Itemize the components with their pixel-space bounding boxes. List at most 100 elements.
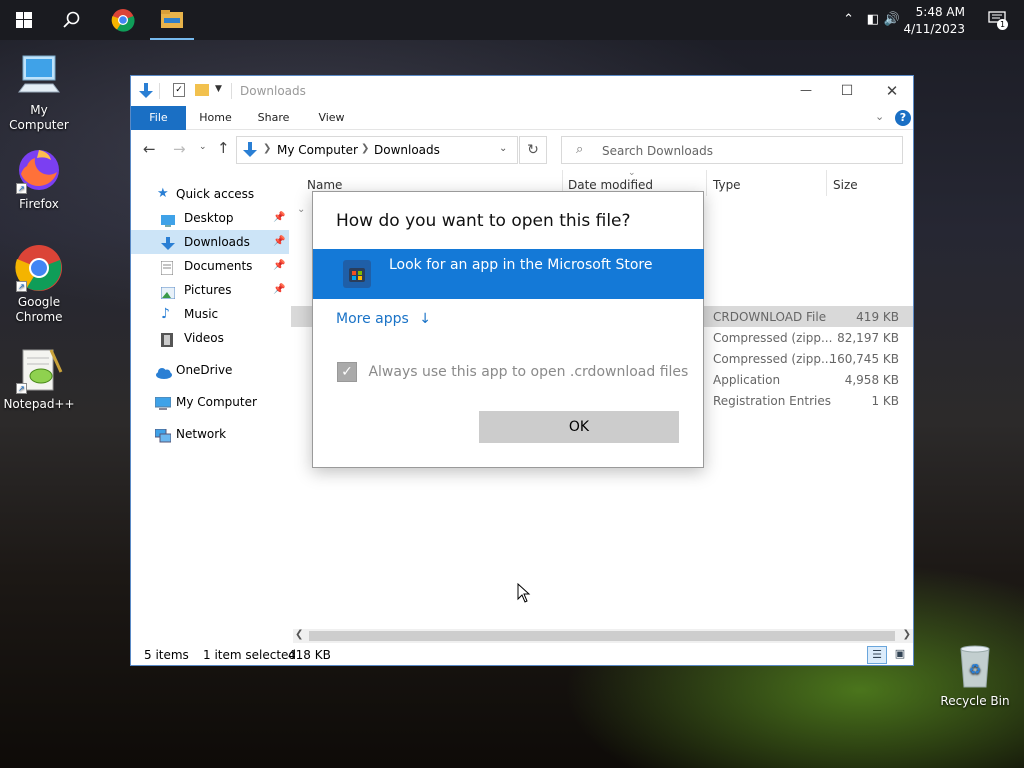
microsoft-store-option[interactable]: Look for an app in the Microsoft Store (313, 249, 704, 299)
sidebar-item-onedrive[interactable]: OneDrive (131, 358, 289, 382)
sidebar-item-network[interactable]: Network (131, 422, 289, 446)
clock-time: 5:48 AM (915, 5, 965, 19)
scrollbar-thumb[interactable] (309, 631, 895, 641)
file-type: Compressed (zipp... (713, 331, 833, 345)
column-header-type[interactable]: Type (713, 178, 741, 192)
pin-icon: 📌 (273, 236, 286, 247)
svg-text:♻: ♻ (969, 662, 982, 678)
address-toolbar: ← → ⌄ ↑ ❯ My Computer ❯ Downloads ⌄ ↻ ⌕ … (131, 130, 913, 170)
shortcut-arrow-icon: ↗ (16, 383, 27, 394)
column-header-name[interactable]: Name (307, 178, 342, 192)
desktop-folder-icon (161, 211, 175, 227)
breadcrumb-downloads[interactable]: Downloads (374, 143, 440, 157)
back-button[interactable]: ← (143, 140, 156, 158)
download-arrow-icon (139, 83, 153, 102)
taskbar: ⌃ ◧ 🔊 5:48 AM 4/11/2023 1 (0, 0, 1024, 40)
more-apps-link[interactable]: More apps ↓ (336, 311, 431, 327)
desktop-icon-label: Recycle Bin (940, 694, 1010, 708)
chrome-icon[interactable] (101, 0, 145, 40)
open-with-dialog: How do you want to open this file? Look … (312, 191, 704, 468)
network-icon[interactable]: ◧ (867, 12, 879, 27)
ok-button[interactable]: OK (479, 411, 679, 443)
always-use-checkbox-row[interactable]: ✓ Always use this app to open .crdownloa… (337, 362, 688, 382)
sidebar-item-music[interactable]: ♪ Music (131, 302, 289, 326)
title-bar[interactable]: ✓ ▼ Downloads — ☐ ✕ (131, 76, 913, 106)
search-input[interactable]: ⌕ Search Downloads (561, 136, 903, 164)
file-size: 1 KB (871, 394, 899, 408)
maximize-button[interactable]: ☐ (832, 78, 862, 104)
sidebar-item-documents[interactable]: Documents 📌 (131, 254, 289, 278)
file-type: Registration Entries (713, 394, 831, 408)
computer-icon (15, 52, 63, 100)
group-collapse-icon[interactable]: ⌄ (297, 204, 305, 215)
chevron-right-icon: ❯ (263, 143, 272, 154)
new-folder-icon[interactable] (195, 84, 209, 96)
sidebar-item-my-computer[interactable]: My Computer (131, 390, 289, 414)
desktop-icon-firefox[interactable]: ↗ Firefox (1, 146, 77, 212)
properties-icon[interactable]: ✓ (173, 83, 185, 97)
sidebar-item-pictures[interactable]: Pictures 📌 (131, 278, 289, 302)
up-button[interactable]: ↑ (217, 139, 230, 157)
scroll-left-icon[interactable]: ❮ (295, 629, 303, 640)
windows-logo-icon[interactable] (2, 0, 46, 40)
desktop-icon-recycle-bin[interactable]: ♻ Recycle Bin (937, 643, 1013, 709)
download-arrow-icon (243, 142, 257, 161)
file-type: Compressed (zipp... (713, 352, 833, 366)
recent-locations-button[interactable]: ⌄ (199, 142, 207, 152)
checkbox-checked-icon[interactable]: ✓ (337, 362, 357, 382)
tab-view[interactable]: View (309, 106, 354, 130)
music-icon: ♪ (161, 306, 170, 322)
tab-file[interactable]: File (131, 106, 186, 130)
desktop-icon-my-computer[interactable]: My Computer (1, 52, 77, 133)
status-size: 418 KB (288, 648, 331, 662)
sidebar-item-videos[interactable]: Videos (131, 326, 289, 350)
breadcrumb-my-computer[interactable]: My Computer (277, 143, 358, 157)
file-type: CRDOWNLOAD File (713, 310, 827, 324)
file-explorer-icon[interactable] (150, 0, 194, 40)
customize-toolbar-icon[interactable]: ▼ (215, 84, 222, 94)
desktop-icon-label: Notepad++ (3, 397, 75, 411)
refresh-button[interactable]: ↻ (519, 136, 547, 164)
pin-icon: 📌 (273, 260, 286, 271)
close-button[interactable]: ✕ (877, 78, 907, 104)
forward-button[interactable]: → (173, 140, 186, 158)
file-size: 82,197 KB (837, 331, 899, 345)
file-type: Application (713, 373, 781, 387)
always-use-label: Always use this app to open .crdownload … (368, 364, 689, 380)
status-item-count: 5 items (144, 648, 189, 662)
minimize-button[interactable]: — (791, 78, 821, 104)
sidebar-item-desktop[interactable]: Desktop 📌 (131, 206, 289, 230)
details-view-icon[interactable]: ☰ (867, 646, 887, 664)
column-header-size[interactable]: Size (833, 178, 858, 192)
help-icon[interactable]: ? (895, 110, 911, 126)
dialog-title: How do you want to open this file? (336, 211, 631, 231)
scroll-right-icon[interactable]: ❯ (903, 629, 911, 640)
pin-icon: 📌 (273, 212, 286, 223)
separator (231, 83, 232, 99)
clock[interactable]: 5:48 AM 4/11/2023 (903, 4, 965, 38)
desktop-icon-label: My Computer (9, 103, 69, 132)
chevron-down-icon[interactable]: ⌄ (499, 143, 507, 154)
search-icon[interactable] (50, 0, 94, 40)
horizontal-scrollbar[interactable]: ❮ ❯ (293, 629, 913, 643)
status-selection: 1 item selected (203, 648, 297, 662)
sidebar-item-downloads[interactable]: Downloads 📌 (131, 230, 289, 254)
tab-share[interactable]: Share (251, 106, 296, 130)
column-header-date[interactable]: Date modified (568, 178, 653, 192)
shortcut-arrow-icon: ↗ (16, 281, 27, 292)
clock-date: 4/11/2023 (903, 22, 965, 36)
address-bar[interactable]: ❯ My Computer ❯ Downloads ⌄ (236, 136, 518, 164)
desktop-icon-chrome[interactable]: ↗ Google Chrome (1, 244, 77, 325)
chevron-up-icon[interactable]: ⌃ (843, 12, 854, 27)
tab-home[interactable]: Home (193, 106, 238, 130)
search-icon: ⌕ (576, 142, 584, 157)
expand-ribbon-icon[interactable]: ⌄ (875, 110, 884, 123)
large-icons-view-icon[interactable]: ▣ (891, 646, 909, 664)
notification-icon[interactable]: 1 (988, 11, 1008, 30)
desktop-icon-notepadpp[interactable]: ↗ Notepad++ (1, 346, 77, 412)
sidebar-item-quick-access[interactable]: ★ Quick access (131, 182, 289, 206)
volume-icon[interactable]: 🔊 (884, 12, 900, 27)
chrome-icon: ↗ (15, 244, 63, 292)
separator (159, 83, 160, 99)
file-size: 4,958 KB (844, 373, 899, 387)
